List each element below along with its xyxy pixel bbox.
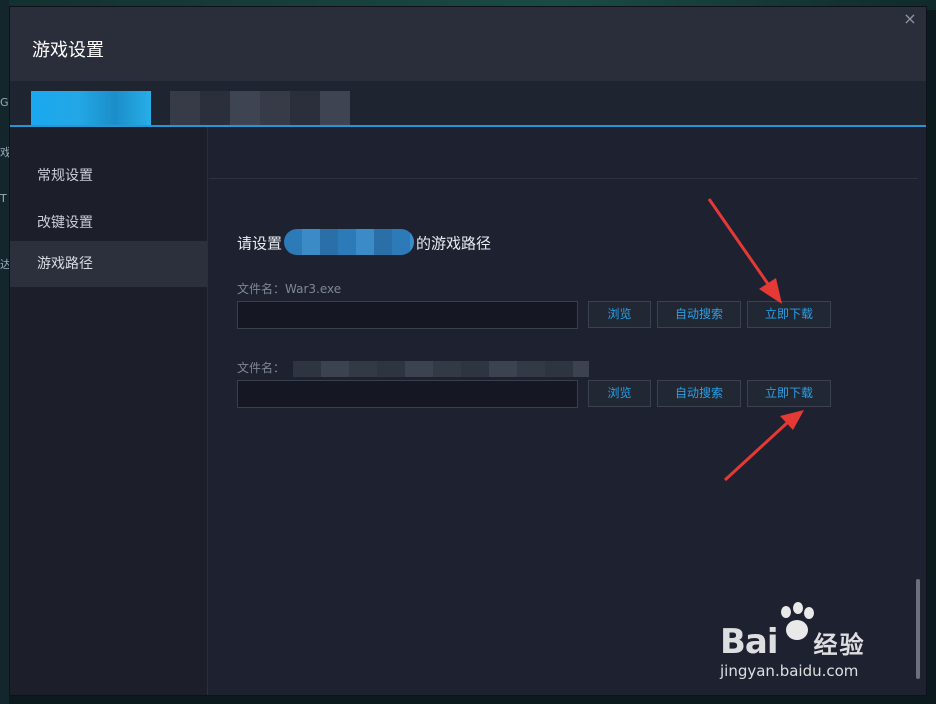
- watermark-brand: Bai: [720, 622, 779, 662]
- watermark-brand-cn: 经验: [813, 631, 866, 659]
- annotation-arrows: [707, 198, 804, 482]
- watermark-logo: Bai 经验: [720, 622, 866, 662]
- arrow-up-annotation: [723, 410, 804, 482]
- baidu-watermark: Bai 经验 jingyan.baidu.com: [720, 600, 895, 690]
- watermark-url: jingyan.baidu.com: [720, 662, 859, 680]
- arrow-down-annotation: [707, 198, 782, 304]
